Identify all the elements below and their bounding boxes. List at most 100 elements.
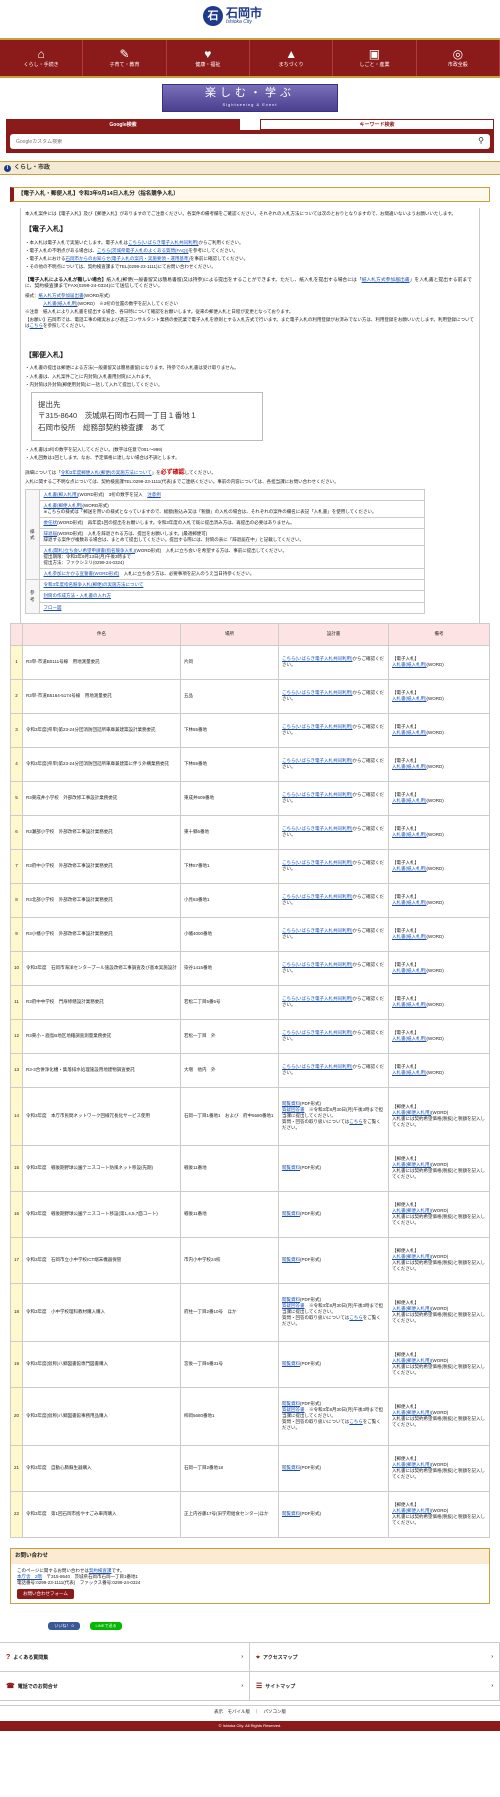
nav-item-machi[interactable]: ▲ まちづくり — [250, 40, 334, 76]
paper-bid-form-link-2[interactable]: 紙入札方式参加届出書 — [39, 293, 84, 298]
bid-form-link[interactable]: 入札書(郵便入札用) — [392, 1110, 431, 1115]
qa-form-link[interactable]: 質疑回答書 — [282, 1303, 305, 1308]
search-icon[interactable]: ⚲ — [478, 136, 484, 147]
design-doc-link[interactable]: こちら(いばらき電子入札共同利用) — [282, 962, 353, 967]
facebook-like-button[interactable]: いいね！ 0 — [48, 1622, 80, 1631]
design-doc-link[interactable]: こちら(いばらき電子入札共同利用) — [282, 1030, 353, 1035]
reference-link[interactable]: 封筒の作成方法・入札書の入れ方 — [44, 593, 112, 598]
item-place: 大増 他内 外 — [180, 1052, 280, 1088]
bid-form-link[interactable]: 入札書(紙入札用) — [392, 968, 427, 973]
form-link[interactable]: 入札(開札)立ち会い希望申請書(指名競争入札) — [44, 548, 136, 553]
design-cell: こちら(いばらき電子入札共同利用)からご確認ください。 — [278, 882, 390, 918]
design-doc-link[interactable]: こちら(いばらき電子入札共同利用) — [282, 690, 353, 695]
reference-link[interactable]: 令和3年度指名競争入札(郵便)の実施方法について — [44, 582, 144, 587]
bid-form-link[interactable]: 入札書(郵便入札用) — [392, 1462, 431, 1467]
design-doc-link[interactable]: こちら(いばらき電子入札共同利用) — [282, 928, 353, 933]
qa-guide-link[interactable]: こちら — [349, 1419, 363, 1424]
form-link[interactable]: 入札書(郵入札用) — [44, 492, 79, 497]
form-link[interactable]: 委任状 — [44, 520, 58, 525]
faq-link[interactable]: こちら(茨城県電子入札のよくある質問(FAQ)) — [97, 248, 189, 253]
form-link[interactable]: 入札参加にかかる宣誓書(WORD形式) — [44, 571, 120, 576]
reference-doc-link[interactable]: 閲覧資料 — [282, 1511, 300, 1516]
bid-form-link[interactable]: 入札書(郵便入札用) — [392, 1410, 431, 1415]
denshi-system-link[interactable]: こちら(いばらき電子入札共同利用) — [128, 240, 199, 245]
reference-doc-link[interactable]: 閲覧資料 — [282, 1165, 300, 1170]
nav-item-shigoto[interactable]: ▣ しごと・産業 — [333, 40, 417, 76]
bid-form-link[interactable]: 入札書(紙入札用) — [392, 1070, 427, 1075]
faq-footer-link[interactable]: ? よくある質問集 › — [0, 1643, 250, 1672]
bid-form-link[interactable]: 入札書(郵便入札用) — [392, 1208, 431, 1213]
reference-doc-link[interactable]: 閲覧資料 — [282, 1211, 300, 1216]
nav-item-shisei[interactable]: ◎ 市政全般 — [417, 40, 500, 76]
line-share-button[interactable]: LINEで送る — [90, 1622, 122, 1631]
bid-form-link[interactable]: 入札書(紙入札用) — [392, 798, 427, 803]
tab-google-search[interactable]: Google検索 — [6, 119, 240, 130]
form-link[interactable]: 辞退届 — [44, 531, 58, 536]
design-doc-link[interactable]: こちら(いばらき電子入札共同利用) — [282, 860, 353, 865]
bid-form-link[interactable]: 入札書(紙入札用) — [392, 866, 427, 871]
search-panel: ⚲ — [6, 130, 494, 153]
item-place: 下林55番地 — [180, 746, 280, 782]
search-input[interactable] — [16, 138, 416, 145]
access-map-link[interactable]: ⌖ アクセスマップ › — [250, 1643, 500, 1672]
phone-inquiry-link[interactable]: ☎ 電話でのお問合せ › — [0, 1672, 250, 1701]
bid-form-link[interactable]: 入札書(紙入札用) — [392, 900, 427, 905]
qa-form-link[interactable]: 質疑回答書 — [282, 1407, 305, 1412]
sitemap-link[interactable]: ☰ サイトマップ › — [250, 1672, 500, 1701]
qa-guide-link[interactable]: こちら — [349, 1315, 363, 1320]
design-doc-link[interactable]: こちら(いばらき電子入札共同利用) — [282, 894, 353, 899]
reference-doc-link[interactable]: 閲覧資料 — [282, 1257, 300, 1262]
design-doc-link[interactable]: こちら(いばらき電子入札共同利用) — [282, 826, 353, 831]
bid-form-link[interactable]: 入札書(紙入札用) — [392, 662, 427, 667]
item-name: R3府中中学校 門扉修繕設計業務委託 — [22, 984, 182, 1020]
design-doc-link[interactable]: こちら(いばらき電子入札共同利用) — [282, 656, 353, 661]
site-logo[interactable]: 石 石岡市 Ishioka City — [203, 6, 262, 26]
bid-form-link[interactable]: 入札書(紙入札用) — [392, 934, 427, 939]
notice-link[interactable]: 石岡市からのお知らせ(電子入札の案内・実施要領・運用基準) — [66, 256, 190, 261]
design-doc-link[interactable]: こちら(いばらき電子入札共同利用) — [282, 758, 353, 763]
row-number: 6 — [9, 814, 24, 850]
bid-form-link[interactable]: 入札書(紙入札用) — [392, 1036, 427, 1041]
bid-form-paper-link[interactable]: 入札書(紙入札用) — [43, 301, 78, 306]
bid-form-link[interactable]: 入札書(郵便入札用) — [392, 1508, 431, 1513]
bid-form-link[interactable]: 入札書(紙入札用) — [392, 832, 427, 837]
reference-link[interactable]: フロー図 — [44, 605, 62, 610]
bid-form-link[interactable]: 入札書(紙入札用) — [392, 1002, 427, 1007]
bid-form-link[interactable]: 入札書(郵便入札用) — [392, 1254, 431, 1259]
logo-text-en: Ishioka City — [226, 18, 252, 25]
floor-link[interactable]: 本庁舎 2階 — [17, 1574, 42, 1579]
reference-doc-link[interactable]: 閲覧資料 — [282, 1101, 300, 1106]
reference-doc-link[interactable]: 閲覧資料 — [282, 1297, 300, 1302]
qa-form-link[interactable]: 質疑回答書 — [282, 1107, 305, 1112]
bid-form-link[interactable]: 入札書(郵便入札用) — [392, 1306, 431, 1311]
design-doc-link[interactable]: こちら(いばらき電子入札共同利用) — [282, 996, 353, 1001]
bid-form-link[interactable]: 入札書(紙入札用) — [392, 730, 427, 735]
department-link[interactable]: 契約検査課 — [89, 1568, 112, 1573]
reference-doc-link[interactable]: 閲覧資料 — [282, 1465, 300, 1470]
contact-form-button[interactable]: お問い合わせフォーム — [17, 1589, 74, 1600]
form-link[interactable]: 入札書(郵便入札用) — [44, 503, 83, 508]
design-doc-link[interactable]: こちら(いばらき電子入札共同利用) — [282, 792, 353, 797]
nav-item-kurashi[interactable]: ⌂ くらし・手続き — [0, 40, 84, 76]
yubin-method-link[interactable]: 令和3年度郵便入札(郵便)の実施方法について — [61, 470, 152, 475]
tab-keyword-search[interactable]: キーワード検索 — [260, 119, 494, 130]
paper-bid-form-link[interactable]: 紙入札方式参加届出書 — [362, 278, 410, 283]
design-doc-link[interactable]: こちら(いばらき電子入札共同利用) — [282, 724, 353, 729]
registration-link[interactable]: こちら — [30, 323, 44, 328]
sightseeing-banner[interactable]: 楽しむ・学ぶ Sightseeing & Event — [162, 84, 338, 112]
bid-form-link[interactable]: 入札書(紙入札用) — [392, 696, 427, 701]
bid-form-link[interactable]: 入札書(郵便入札用) — [392, 1162, 431, 1167]
reference-doc-link[interactable]: 閲覧資料 — [282, 1361, 300, 1366]
reference-doc-link[interactable]: 閲覧資料 — [282, 1401, 300, 1406]
view-switcher[interactable]: 表示 モバイル版 ｜ パソコン版 — [0, 1705, 500, 1717]
bid-form-link[interactable]: 入札書(郵便入札用) — [392, 1358, 431, 1363]
example-link[interactable]: 注意例 — [147, 492, 161, 497]
table-row: 8 R3北部小学校 外部改修工事設計業務委託 小見63番地1 こちら(いばらき電子入札… — [9, 882, 490, 918]
nav-item-kosodate[interactable]: ✎ 子育て・教育 — [83, 40, 167, 76]
paper-caution: ※注意 紙入札により入札書を提出する場合、各日時について確認をお願いします。従来… — [25, 308, 294, 314]
nav-item-kenko[interactable]: ♥ 健康・福祉 — [167, 40, 250, 76]
breadcrumb-label[interactable]: くらし・市政 — [14, 164, 50, 172]
design-doc-link[interactable]: こちら(いばらき電子入札共同利用) — [282, 1064, 353, 1069]
bid-form-link[interactable]: 入札書(紙入札用) — [392, 764, 427, 769]
qa-guide-link[interactable]: こちら — [349, 1119, 363, 1124]
